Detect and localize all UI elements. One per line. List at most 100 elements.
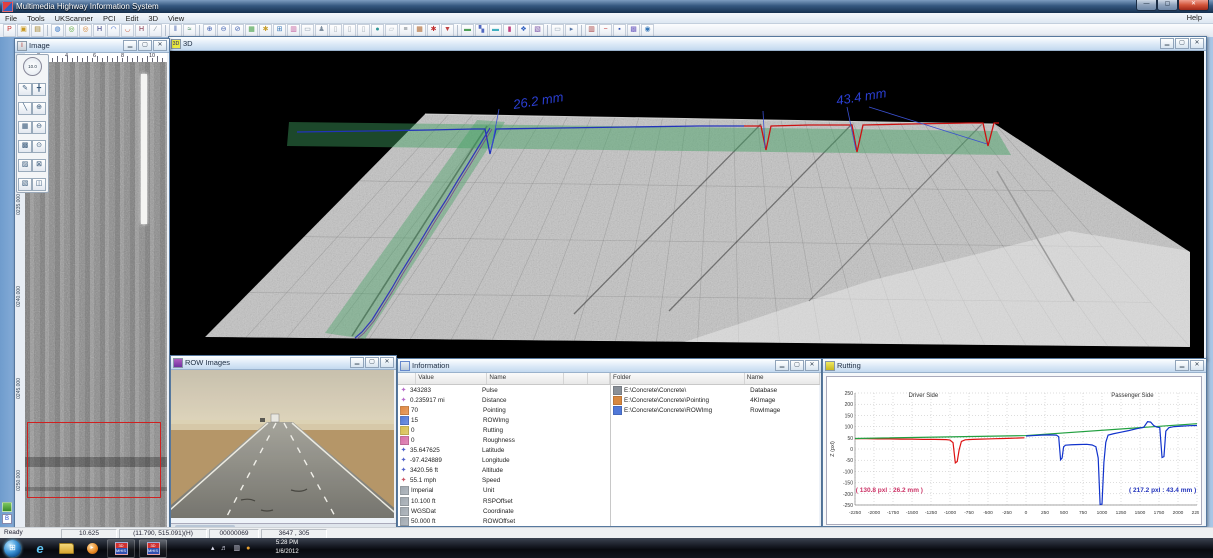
internet-explorer-icon[interactable]: e: [32, 540, 48, 556]
menu-view[interactable]: View: [163, 14, 189, 23]
mhis-taskbar-button-1[interactable]: 3DMHIS: [107, 539, 135, 558]
info-row-speed[interactable]: ✦55.1 mphSpeed: [398, 476, 610, 486]
info-row-longitude[interactable]: ✦-97.424889Longitude: [398, 456, 610, 466]
toolbar-measure-icon[interactable]: ∕: [149, 24, 162, 37]
row-maximize-button[interactable]: ▢: [365, 357, 379, 368]
system-tray[interactable]: ▴ ♬ ▥ ●: [208, 538, 253, 558]
palette-select-button[interactable]: ▩: [18, 140, 32, 153]
folder-row-rowimage[interactable]: E:\Concrete\Concrete\ROWImgRowImage: [611, 405, 820, 415]
start-button[interactable]: ⊞: [4, 540, 21, 557]
palette-pan-button[interactable]: ╋: [32, 83, 46, 96]
3d-maximize-button[interactable]: ▢: [1175, 38, 1189, 49]
windows-explorer-icon[interactable]: [58, 540, 74, 556]
taskbar-clock[interactable]: 5:28 PM 1/6/2012: [266, 539, 308, 556]
rutting-close-button[interactable]: ✕: [1190, 360, 1204, 371]
info-folder-table[interactable]: FolderNameE:\Concrete\Concrete\DatabaseE…: [611, 373, 820, 526]
column-header-value[interactable]: Value: [416, 373, 487, 384]
info-row-roughness[interactable]: 0Roughness: [398, 435, 610, 445]
menu-ukscanner[interactable]: UKScanner: [50, 14, 98, 23]
info-row-pointing[interactable]: 70Pointing: [398, 405, 610, 415]
mhis-taskbar-button-2[interactable]: 3DMHIS: [139, 539, 167, 558]
minimized-window-icon-2[interactable]: B: [2, 514, 12, 524]
toolbar-separator: [581, 25, 582, 36]
info-name: Pointing: [481, 407, 561, 414]
info-row-rowoffset[interactable]: 50.000 ftROWOffset: [398, 516, 610, 526]
folder-row-4kimage[interactable]: E:\Concrete\Concrete\Pointing4KImage: [611, 395, 820, 405]
info-row-coordinate[interactable]: WGSDatCoordinate: [398, 506, 610, 516]
row-photo[interactable]: [171, 370, 394, 518]
menu-help[interactable]: Help: [1182, 13, 1207, 23]
close-button[interactable]: ✕: [1178, 0, 1209, 11]
palette-zoom-in-button[interactable]: ⊕: [32, 102, 46, 115]
tray-icon-0[interactable]: ▴: [211, 544, 215, 552]
info-row-rutting[interactable]: 0Rutting: [398, 425, 610, 435]
row-minimize-button[interactable]: ▁: [350, 357, 364, 368]
menu-tools[interactable]: Tools: [22, 14, 50, 23]
info-value-table[interactable]: ValueName✦343283Pulse✦0.235917 miDistanc…: [398, 373, 611, 526]
palette-zoom-select-button[interactable]: ⊠: [32, 159, 46, 172]
toolbar-pci-report-icon[interactable]: P: [3, 24, 16, 37]
minimize-button[interactable]: —: [1136, 0, 1157, 11]
menu-pci[interactable]: PCI: [98, 14, 121, 23]
scan-selection-rectangle[interactable]: [27, 422, 161, 498]
image-window-titlebar[interactable]: I Image ▁ ▢ ✕: [15, 39, 169, 53]
column-header-name[interactable]: Name: [745, 373, 820, 384]
minimized-window-icon[interactable]: [2, 502, 12, 512]
menu-3d[interactable]: 3D: [143, 14, 163, 23]
image-minimize-button[interactable]: ▁: [123, 40, 137, 51]
palette-line-button[interactable]: ╲: [18, 102, 32, 115]
column-header-blank[interactable]: [398, 373, 416, 384]
folder-row-database[interactable]: E:\Concrete\Concrete\Database: [611, 385, 820, 395]
menu-file[interactable]: File: [0, 14, 22, 23]
info-row-latitude[interactable]: ✦35.647625Latitude: [398, 446, 610, 456]
3d-surface-view[interactable]: 26.2 mm 43.4 mm: [169, 51, 1204, 359]
info-row-altitude[interactable]: ✦3420.56 ftAltitude: [398, 466, 610, 476]
rutting-window-titlebar[interactable]: Rutting ▁ ✕: [823, 359, 1206, 373]
info-row-unit[interactable]: ImperialUnit: [398, 486, 610, 496]
column-header-folder[interactable]: Folder: [611, 373, 745, 384]
toolbar-arc-red-icon[interactable]: ◡: [121, 24, 134, 37]
toolbar-target-orange-icon[interactable]: ◎: [79, 24, 92, 37]
info-row-distance[interactable]: ✦0.235917 miDistance: [398, 395, 610, 405]
toolbar-histogram-right-icon[interactable]: H: [135, 24, 148, 37]
menu-edit[interactable]: Edit: [120, 14, 143, 23]
column-header-blank[interactable]: [588, 373, 610, 384]
palette-grid-button[interactable]: ▦: [18, 121, 32, 134]
tray-icon-3[interactable]: ●: [246, 545, 250, 552]
toolbar-arc-blue-icon[interactable]: ◠: [107, 24, 120, 37]
palette-zoom-out-button[interactable]: ⊖: [32, 121, 46, 134]
info-minimize-button[interactable]: ▁: [775, 360, 789, 371]
palette-zoom-fit-button[interactable]: ⊙: [32, 140, 46, 153]
info-maximize-button[interactable]: ▢: [790, 360, 804, 371]
rutting-minimize-button[interactable]: ▁: [1175, 360, 1189, 371]
toolbar-globe-icon[interactable]: ◍: [51, 24, 64, 37]
info-row-pulse[interactable]: ✦343283Pulse: [398, 385, 610, 395]
media-player-icon[interactable]: ▸: [84, 540, 100, 556]
column-header-name[interactable]: Name: [487, 373, 564, 384]
info-row-rspoffset[interactable]: 10.100 ftRSPOffset: [398, 496, 610, 506]
row-window-titlebar[interactable]: ROW Images ▁ ▢ ✕: [171, 356, 396, 370]
toolbar-open-folder-icon[interactable]: ▣: [17, 24, 30, 37]
rutting-chart[interactable]: -2250-2000-1750-1500-1250-1000-750-500-2…: [826, 376, 1202, 525]
row-close-button[interactable]: ✕: [380, 357, 394, 368]
info-close-button[interactable]: ✕: [805, 360, 819, 371]
palette-info-button[interactable]: ◫: [32, 178, 46, 191]
column-header-blank[interactable]: [564, 373, 588, 384]
palette-colors-button[interactable]: ▨: [18, 159, 32, 172]
3d-close-button[interactable]: ✕: [1190, 38, 1204, 49]
toolbar-target-green-icon[interactable]: ◎: [65, 24, 78, 37]
3d-window-titlebar[interactable]: 3D 3D ▁ ▢ ✕: [169, 37, 1206, 51]
info-window-titlebar[interactable]: Information ▁ ▢ ✕: [398, 359, 821, 373]
maximize-button[interactable]: ▢: [1157, 0, 1178, 11]
image-maximize-button[interactable]: ▢: [138, 40, 152, 51]
palette-layers-button[interactable]: ▧: [18, 178, 32, 191]
toolbar-save-icon[interactable]: ▤: [31, 24, 44, 37]
3d-minimize-button[interactable]: ▁: [1160, 38, 1174, 49]
zoom-level-badge[interactable]: 10.0: [23, 57, 42, 76]
info-row-rowimg[interactable]: 15ROWImg: [398, 415, 610, 425]
image-close-button[interactable]: ✕: [153, 40, 167, 51]
tray-icon-1[interactable]: ♬: [221, 545, 228, 552]
palette-pen-button[interactable]: ✎: [18, 83, 32, 96]
tray-icon-2[interactable]: ▥: [234, 544, 241, 552]
toolbar-histogram-left-icon[interactable]: H: [93, 24, 106, 37]
